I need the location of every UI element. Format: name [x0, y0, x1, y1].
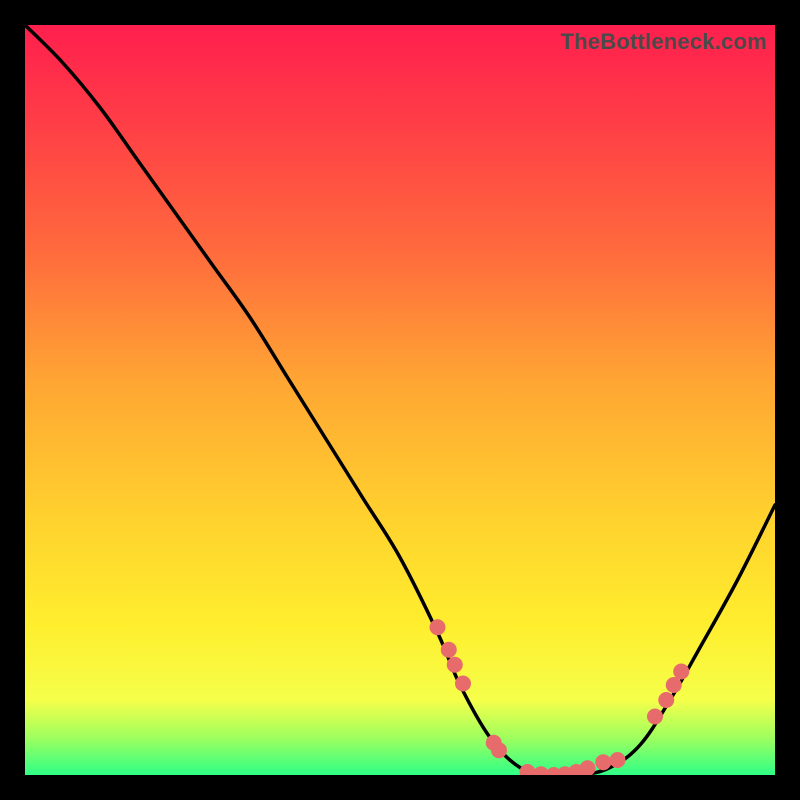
- marker-right-2: [658, 692, 674, 708]
- marker-right-3: [666, 677, 682, 693]
- marker-min-6: [580, 760, 596, 775]
- bottleneck-curve: [25, 25, 775, 775]
- marker-left-3: [447, 657, 463, 673]
- marker-min-7: [595, 754, 611, 770]
- watermark-label: TheBottleneck.com: [561, 29, 767, 55]
- marker-right-1: [647, 709, 663, 725]
- marker-lowmid-2: [491, 742, 507, 758]
- marker-right-4: [673, 664, 689, 680]
- marker-min-8: [610, 752, 626, 768]
- chart-overlay-svg: [25, 25, 775, 775]
- chart-frame: TheBottleneck.com: [25, 25, 775, 775]
- chart-markers-group: [430, 619, 690, 775]
- marker-left-4: [455, 676, 471, 692]
- marker-left-1: [430, 619, 446, 635]
- marker-left-2: [441, 642, 457, 658]
